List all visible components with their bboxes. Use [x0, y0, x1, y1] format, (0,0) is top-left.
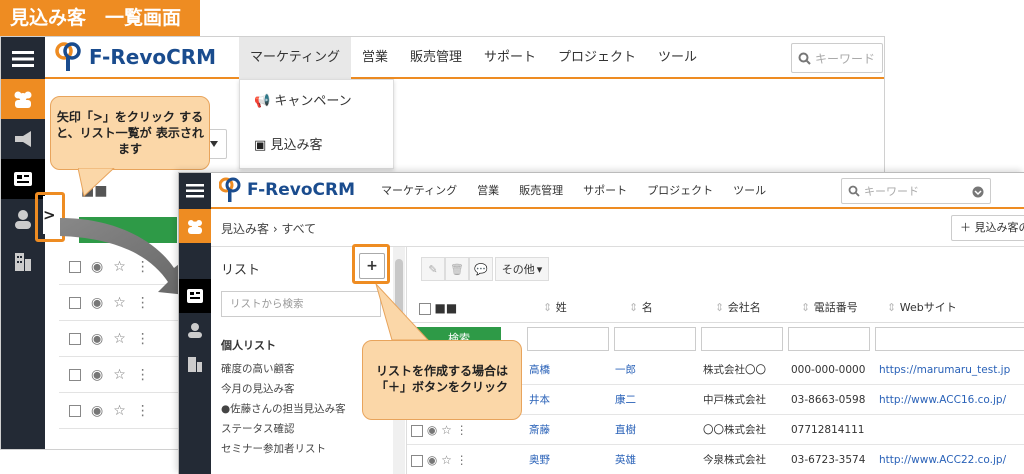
column-header[interactable]: ⇕ 姓	[543, 293, 567, 323]
row-actions[interactable]: ◉ ☆ ⋮	[411, 445, 468, 474]
front-sidebar	[179, 173, 211, 474]
nav-support[interactable]: サポート	[573, 173, 637, 209]
front-window: F-RevoCRM マーケティング 営業 販売管理 サポート プロジェクト ツー…	[178, 172, 1024, 474]
front-search-input[interactable]: キーワード	[841, 178, 991, 204]
callout-tail-icon	[375, 283, 430, 341]
logo[interactable]: F-RevoCRM	[219, 176, 355, 204]
filter-phone[interactable]	[788, 327, 870, 351]
leads-icon[interactable]	[179, 279, 211, 313]
callout-arrow-tip: 矢印「>」をクリック すると、リスト一覧が 表示されます	[50, 96, 210, 170]
menu-icon[interactable]	[179, 173, 211, 209]
leads-card-icon: ▣	[254, 138, 267, 153]
callout-add-tip: リストを作成する場合は 「＋」ボタンをクリック	[362, 340, 522, 420]
menu-item-campaigns[interactable]: 📢 キャンペーン	[240, 80, 393, 124]
marketing-icon[interactable]	[1, 79, 45, 119]
cell-phone: 03-6723-3574	[791, 454, 866, 466]
filter-first-name[interactable]	[614, 327, 696, 351]
filter-last-name[interactable]	[527, 327, 609, 351]
breadcrumb-bar: 見込み客 › すべて ＋ 見込み客の	[211, 209, 1024, 247]
nav-inventory[interactable]: 販売管理	[509, 173, 573, 209]
nav-project[interactable]: プロジェクト	[547, 37, 647, 79]
cell-website[interactable]: http://www.ACC16.co.jp/	[879, 385, 1006, 415]
more-actions-button[interactable]: その他 ▾	[495, 257, 549, 281]
cell-last-name[interactable]: 奥野	[529, 445, 550, 474]
megaphone-icon: 📢	[254, 94, 271, 109]
chevron-circle-icon	[972, 186, 984, 198]
filter-company[interactable]	[701, 327, 783, 351]
cell-website[interactable]: https://marumaru_test.jp	[879, 355, 1010, 385]
column-header[interactable]: ⇕ Webサイト	[887, 293, 957, 323]
cell-company: 中戸株式会社	[703, 394, 766, 406]
cell-company: 株式会社〇〇	[703, 364, 766, 376]
back-search-input[interactable]: キーワード	[791, 43, 883, 73]
breadcrumb[interactable]: 見込み客 › すべて	[221, 220, 316, 237]
page-title: 見込み客 一覧画面	[0, 0, 200, 36]
column-header[interactable]: ⇕ 電話番号	[801, 293, 858, 323]
list-item[interactable]: セミナー参加者リスト	[221, 441, 326, 456]
caret-down-icon: ▾	[536, 262, 543, 276]
back-main-nav: マーケティング 営業 販売管理 サポート プロジェクト ツール	[239, 37, 708, 79]
filter-website[interactable]	[875, 327, 1024, 351]
list-panel-title: リスト	[221, 263, 261, 278]
logo-mark-icon	[219, 177, 241, 202]
comment-icon[interactable]: 💬	[469, 257, 493, 281]
table-row[interactable]: ◉ ☆ ⋮ 奥野 英雄 今泉株式会社 03-6723-3574 http://w…	[407, 445, 1024, 474]
nav-project[interactable]: プロジェクト	[637, 173, 723, 209]
marketing-icon[interactable]	[179, 209, 211, 243]
search-icon	[848, 185, 860, 197]
cell-first-name[interactable]: 一郎	[615, 355, 636, 385]
cell-first-name[interactable]: 直樹	[615, 415, 636, 445]
logo-text: F-RevoCRM	[89, 45, 217, 69]
cell-phone: 000-000-0000	[791, 364, 866, 376]
back-sidebar	[1, 37, 45, 449]
cell-phone: 03-8663-0598	[791, 394, 866, 406]
nav-inventory[interactable]: 販売管理	[399, 37, 473, 79]
list-section-heading: 個人リスト	[221, 339, 276, 352]
company-icon[interactable]	[1, 241, 45, 281]
cell-company: 〇〇株式会社	[703, 424, 766, 436]
list-search-input[interactable]: リストから検索	[221, 291, 381, 317]
nav-sales[interactable]: 営業	[351, 37, 399, 79]
nav-tools[interactable]: ツール	[723, 173, 776, 209]
search-icon	[798, 52, 811, 65]
list-item[interactable]: 確度の高い顧客	[221, 361, 295, 376]
cell-last-name[interactable]: 斎藤	[529, 415, 550, 445]
cell-last-name[interactable]: 井本	[529, 385, 550, 415]
menu-icon[interactable]	[1, 39, 45, 79]
front-topbar: F-RevoCRM マーケティング 営業 販売管理 サポート プロジェクト ツー…	[211, 173, 1024, 209]
front-main-nav: マーケティング 営業 販売管理 サポート プロジェクト ツール	[371, 173, 776, 209]
delete-icon[interactable]: 🗑	[445, 257, 469, 281]
contacts-icon[interactable]	[179, 313, 211, 347]
column-header[interactable]: ⇕ 名	[629, 293, 653, 323]
edit-icon[interactable]: ✎	[421, 257, 445, 281]
cell-company: 今泉株式会社	[703, 454, 766, 466]
caret-down-icon	[210, 141, 218, 147]
nav-marketing[interactable]: マーケティング	[239, 37, 351, 79]
cell-website[interactable]: http://www.ACC22.co.jp/	[879, 445, 1006, 474]
logo[interactable]: F-RevoCRM	[55, 41, 216, 73]
back-topbar: F-RevoCRM マーケティング 営業 販売管理 サポート プロジェクト ツー…	[45, 37, 884, 79]
logo-text: F-RevoCRM	[247, 180, 356, 200]
list-item[interactable]: 今月の見込み客	[221, 381, 295, 396]
company-icon[interactable]	[179, 347, 211, 381]
column-header[interactable]: ⇕ 会社名	[715, 293, 761, 323]
list-item[interactable]: ●佐藤さんの担当見込み客	[221, 401, 346, 416]
logo-mark-icon	[55, 42, 81, 71]
marketing-dropdown: 📢 キャンペーン ▣ 見込み客	[239, 79, 394, 169]
nav-tools[interactable]: ツール	[647, 37, 708, 79]
megaphone-icon[interactable]	[1, 119, 45, 159]
cell-phone: 07712814111	[791, 424, 865, 436]
highlight-add-list	[352, 244, 390, 284]
cell-first-name[interactable]: 康二	[615, 385, 636, 415]
nav-support[interactable]: サポート	[473, 37, 547, 79]
list-item[interactable]: ステータス確認	[221, 421, 295, 436]
nav-marketing[interactable]: マーケティング	[371, 173, 467, 209]
callout-tail-icon	[78, 168, 115, 197]
nav-sales[interactable]: 営業	[467, 173, 509, 209]
menu-item-leads[interactable]: ▣ 見込み客	[240, 124, 393, 168]
add-lead-button[interactable]: ＋ 見込み客の	[951, 215, 1024, 241]
cell-first-name[interactable]: 英雄	[615, 445, 636, 474]
cell-last-name[interactable]: 高橋	[529, 355, 550, 385]
